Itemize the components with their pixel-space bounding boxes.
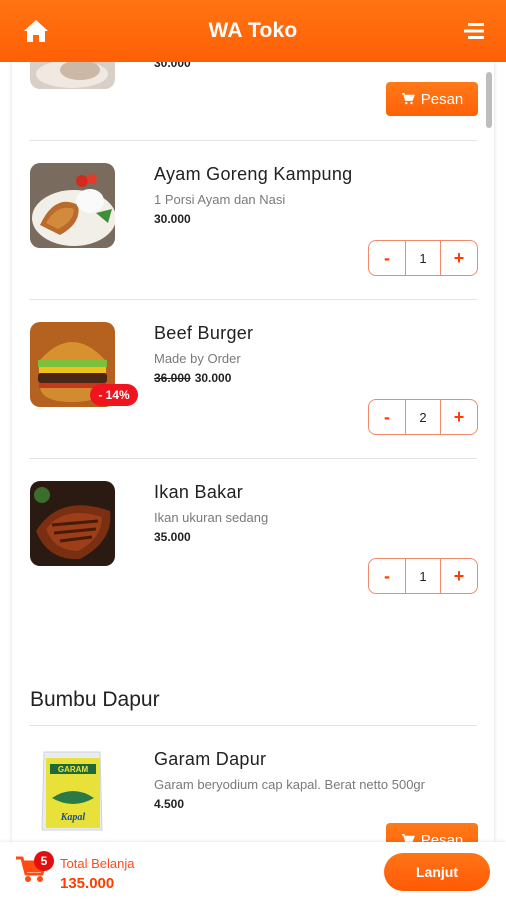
product-price: 35.000 [154, 530, 191, 544]
product-description: Garam beryodium cap kapal. Berat netto 5… [154, 777, 425, 792]
quantity-value[interactable]: 1 [405, 559, 441, 593]
order-button[interactable]: Pesan [386, 823, 478, 842]
increase-button[interactable]: + [441, 559, 477, 593]
cart-icon [401, 93, 415, 105]
total-value: 135.000 [60, 875, 115, 892]
product-image [30, 163, 115, 248]
divider [29, 458, 477, 459]
decrease-button[interactable]: - [369, 400, 405, 434]
order-button-label: Pesan [420, 90, 464, 108]
quantity-stepper: - 2 + [368, 399, 478, 435]
product-name: Ayam Goreng Kampung [154, 164, 353, 184]
cart-count-badge: 5 [34, 851, 54, 871]
package-text: GARAM [58, 765, 89, 774]
quantity-value[interactable]: 2 [405, 400, 441, 434]
divider [29, 299, 477, 300]
divider [29, 725, 477, 726]
product-description-text: Made by Order [154, 351, 241, 366]
decrease-button[interactable]: - [369, 559, 405, 593]
home-icon[interactable] [22, 18, 50, 44]
package-brand: Kapal [60, 812, 86, 823]
product-description: Made by Order [154, 351, 241, 366]
product-price: 4.500 [154, 797, 185, 811]
product-image [30, 481, 115, 566]
increase-button[interactable]: + [441, 400, 477, 434]
discount-badge: - 14% [90, 384, 138, 406]
product-price: 30.000 [154, 62, 191, 70]
product-image: GARAM Kapal [30, 748, 115, 833]
new-price: 30.000 [194, 371, 232, 385]
menu-icon[interactable] [462, 20, 484, 42]
product-name: Ikan Bakar [154, 482, 244, 502]
product-description: 1 Porsi Ayam dan Nasi [154, 192, 286, 207]
app-header: WA Toko [0, 0, 506, 62]
product-price: 30.000 [154, 212, 191, 226]
product-price: 36.000 30.000 [154, 371, 231, 385]
order-button-label: Pesan [420, 831, 464, 843]
total-label: Total Belanja [60, 856, 135, 871]
app-title: WA Toko [208, 19, 298, 42]
product-description: Ikan ukuran sedang [154, 510, 269, 525]
old-price: 36.000 [154, 371, 191, 385]
quantity-stepper: - 1 + [368, 240, 478, 276]
continue-button[interactable]: Lanjut [384, 853, 490, 891]
product-name: Garam Dapur [154, 749, 267, 769]
quantity-stepper: - 1 + [368, 558, 478, 594]
increase-button[interactable]: + [441, 241, 477, 275]
quantity-value[interactable]: 1 [405, 241, 441, 275]
scrollbar[interactable] [486, 72, 492, 128]
product-name: Beef Burger [154, 323, 254, 343]
divider [29, 140, 477, 141]
app-screen: WA Toko 30.000 Pesan Ayam Goreng Kampung… [0, 0, 506, 900]
product-list[interactable]: 30.000 Pesan Ayam Goreng Kampung 1 Porsi… [12, 62, 494, 842]
decrease-button[interactable]: - [369, 241, 405, 275]
cart-summary-bar: 5 Total Belanja 135.000 Lanjut [0, 842, 506, 900]
order-button[interactable]: Pesan [386, 82, 478, 116]
cart-icon [401, 834, 415, 842]
product-image [30, 62, 115, 89]
section-title: Bumbu Dapur [30, 688, 160, 711]
